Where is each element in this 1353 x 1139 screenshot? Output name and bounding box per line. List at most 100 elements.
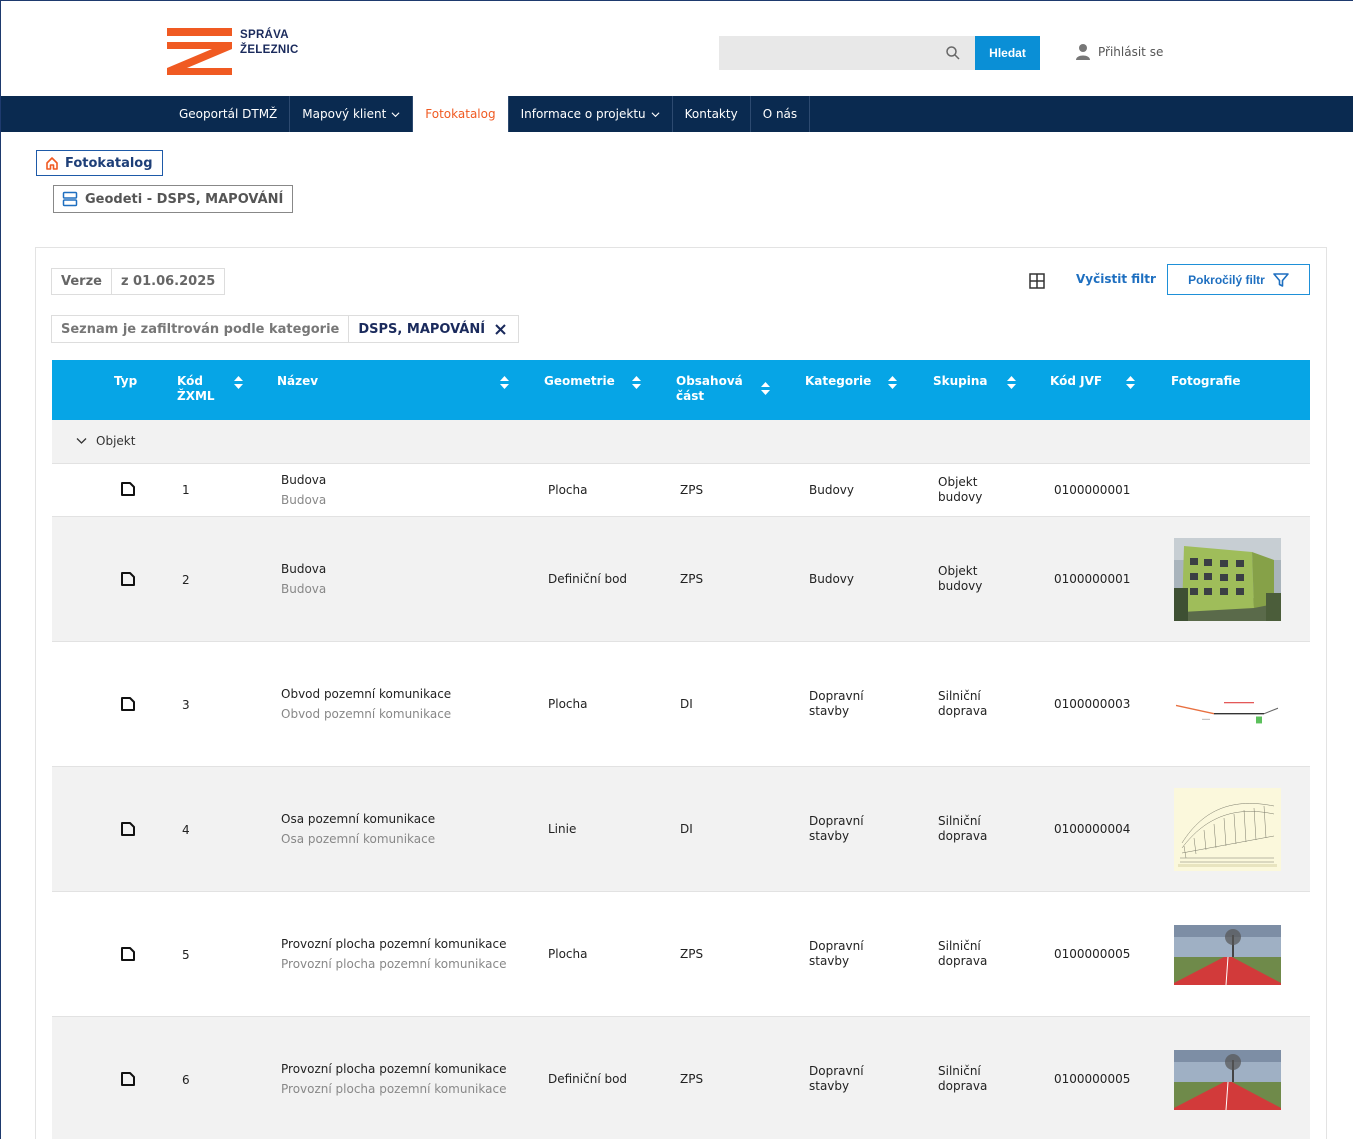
cell-kod-jvf: 0100000001: [1054, 572, 1131, 586]
brand-logo[interactable]: SPRÁVA ŽELEZNIC: [167, 28, 317, 80]
search-icon[interactable]: [945, 45, 961, 61]
version-label: Verze: [61, 274, 102, 289]
col-header-kategorie[interactable]: Kategorie: [805, 374, 871, 389]
photo-thumbnail-road[interactable]: [1174, 1050, 1281, 1110]
cell-kategorie: Dopravní stavby: [809, 1064, 864, 1094]
cell-kod: 5: [182, 948, 190, 962]
cell-geometrie: Plocha: [548, 697, 588, 711]
col-header-geometrie[interactable]: Geometrie: [544, 374, 615, 389]
cell-obsahova-cast: ZPS: [680, 947, 704, 961]
col-header-skupina[interactable]: Skupina: [933, 374, 988, 389]
home-icon: [46, 157, 58, 170]
cell-nazev-main: Obvod pozemní komunikace: [281, 687, 452, 701]
breadcrumb-current[interactable]: Geodeti - DSPS, MAPOVÁNÍ: [53, 185, 294, 213]
col-header-nazev[interactable]: Název: [277, 374, 318, 389]
breadcrumb-root[interactable]: Fotokatalog: [36, 150, 163, 176]
sort-icon[interactable]: [632, 376, 641, 389]
breadcrumb-current-label: Geodeti - DSPS, MAPOVÁNÍ: [85, 191, 284, 207]
nav-item-informace[interactable]: Informace o projektu: [509, 96, 673, 132]
nav-item-mapovy-klient[interactable]: Mapový klient: [290, 96, 414, 132]
cell-geometrie: Definiční bod: [548, 1072, 628, 1086]
filter-chip[interactable]: DSPS, MAPOVÁNÍ: [349, 316, 518, 342]
cell-nazev-sub: Obvod pozemní komunikace: [281, 707, 452, 721]
photo-thumbnail-road[interactable]: [1174, 925, 1281, 985]
logo-text: SPRÁVA ŽELEZNIC: [240, 28, 299, 58]
table-row[interactable]: 4 Osa pozemní komunikace Osa pozemní kom…: [52, 767, 1310, 892]
search-input[interactable]: [719, 36, 975, 70]
clear-filter-link[interactable]: Vyčistit filtr: [1076, 272, 1156, 286]
nav-item-label: Kontakty: [684, 107, 738, 121]
cell-nazev: Budova Budova: [281, 562, 326, 597]
cell-kategorie-line1: Dopravní: [809, 939, 864, 953]
version-value: z 01.06.2025: [110, 269, 224, 294]
cell-obsahova-cast: ZPS: [680, 1072, 704, 1086]
nav-item-label: Fotokatalog: [425, 107, 496, 121]
photo-thumbnail-profile[interactable]: [1174, 675, 1281, 758]
login-link[interactable]: Přihlásit se: [1075, 43, 1163, 61]
col-header-obsah-line1: Obsahová: [676, 374, 743, 388]
sort-icon[interactable]: [888, 376, 897, 389]
cell-nazev-sub: Osa pozemní komunikace: [281, 832, 436, 846]
cell-nazev-main: Provozní plocha pozemní komunikace: [281, 1062, 507, 1076]
table-row[interactable]: 3 Obvod pozemní komunikace Obvod pozemní…: [52, 642, 1310, 767]
group-row-objekt[interactable]: Objekt: [52, 420, 1310, 464]
version-selector[interactable]: Verze z 01.06.2025: [51, 268, 226, 295]
cell-geometrie: Definiční bod: [548, 572, 628, 586]
photo-thumbnail-building[interactable]: [1174, 538, 1281, 621]
grid-view-icon[interactable]: [1029, 273, 1045, 289]
sort-icon[interactable]: [1007, 376, 1016, 389]
col-header-kod-jvf[interactable]: Kód JVF: [1050, 374, 1102, 389]
cell-skupina-line1: Silniční: [938, 939, 981, 953]
advanced-filter-button[interactable]: Pokročilý filtr: [1167, 264, 1310, 295]
col-header-obsahova-cast[interactable]: Obsahová část: [676, 374, 743, 404]
cell-kategorie-line2: stavby: [809, 954, 850, 968]
cell-nazev: Provozní plocha pozemní komunikace Provo…: [281, 1062, 506, 1097]
sort-icon[interactable]: [761, 382, 770, 395]
breadcrumb-root-label: Fotokatalog: [65, 155, 153, 171]
nav-item-geoportal[interactable]: Geoportál DTMŽ: [167, 96, 291, 132]
cell-kod-jvf: 0100000005: [1054, 947, 1131, 961]
col-header-kod[interactable]: Kód ŽXML: [177, 374, 215, 404]
cell-skupina: Objekt budovy: [938, 564, 982, 594]
cell-kod-jvf: 0100000001: [1054, 483, 1131, 497]
table-header: Typ Kód ŽXML Název Geometrie Obsahová čá…: [52, 360, 1310, 420]
advanced-filter-label: Pokročilý filtr: [1188, 272, 1265, 287]
nav-item-fotokatalog[interactable]: Fotokatalog: [413, 96, 509, 132]
table-row[interactable]: 1 Budova Budova Plocha ZPS Budovy Objekt…: [52, 464, 1310, 517]
filter-icon: [1273, 272, 1289, 287]
document-icon: [121, 1072, 135, 1086]
cell-skupina: Silniční doprava: [938, 689, 987, 719]
login-label: Přihlásit se: [1098, 45, 1164, 59]
cell-skupina: Objekt budovy: [938, 475, 982, 505]
nav-item-o-nas[interactable]: O nás: [751, 96, 811, 132]
cell-skupina-line2: doprava: [938, 954, 988, 968]
search-button[interactable]: Hledat: [975, 36, 1040, 70]
nav-item-kontakty[interactable]: Kontakty: [673, 96, 751, 132]
cell-nazev: Provozní plocha pozemní komunikace Provo…: [281, 937, 506, 972]
cell-kategorie: Budovy: [809, 483, 854, 498]
sort-icon[interactable]: [1126, 376, 1135, 389]
cell-kategorie-line1: Budovy: [809, 572, 854, 586]
photo-thumbnail-sketch[interactable]: [1174, 788, 1281, 871]
cell-nazev-main: Budova: [281, 562, 327, 576]
cell-kod: 1: [182, 483, 190, 497]
group-label: Objekt: [96, 434, 136, 448]
sort-icon[interactable]: [234, 376, 243, 389]
user-icon: [1076, 44, 1090, 60]
nav-item-label: Informace o projektu: [520, 107, 646, 121]
cell-skupina-line2: doprava: [938, 1079, 988, 1093]
site-header: SPRÁVA ŽELEZNIC Hledat Přihlásit se: [1, 1, 1353, 96]
table-row[interactable]: 2 Budova Budova Definiční bod ZPS Budovy…: [52, 517, 1310, 642]
cell-skupina-line2: doprava: [938, 704, 988, 718]
close-icon[interactable]: [495, 323, 506, 335]
list-icon: [62, 191, 78, 207]
table-row[interactable]: 6 Provozní plocha pozemní komunikace Pro…: [52, 1017, 1310, 1139]
cell-kategorie-line1: Dopravní: [809, 814, 864, 828]
cell-obsahova-cast: DI: [680, 822, 693, 836]
sort-icon[interactable]: [500, 376, 509, 389]
cell-kategorie-line1: Budovy: [809, 483, 854, 497]
cell-skupina: Silniční doprava: [938, 939, 987, 969]
col-header-kod-line2: ŽXML: [177, 389, 215, 403]
cell-skupina: Silniční doprava: [938, 1064, 987, 1094]
table-row[interactable]: 5 Provozní plocha pozemní komunikace Pro…: [52, 892, 1310, 1017]
